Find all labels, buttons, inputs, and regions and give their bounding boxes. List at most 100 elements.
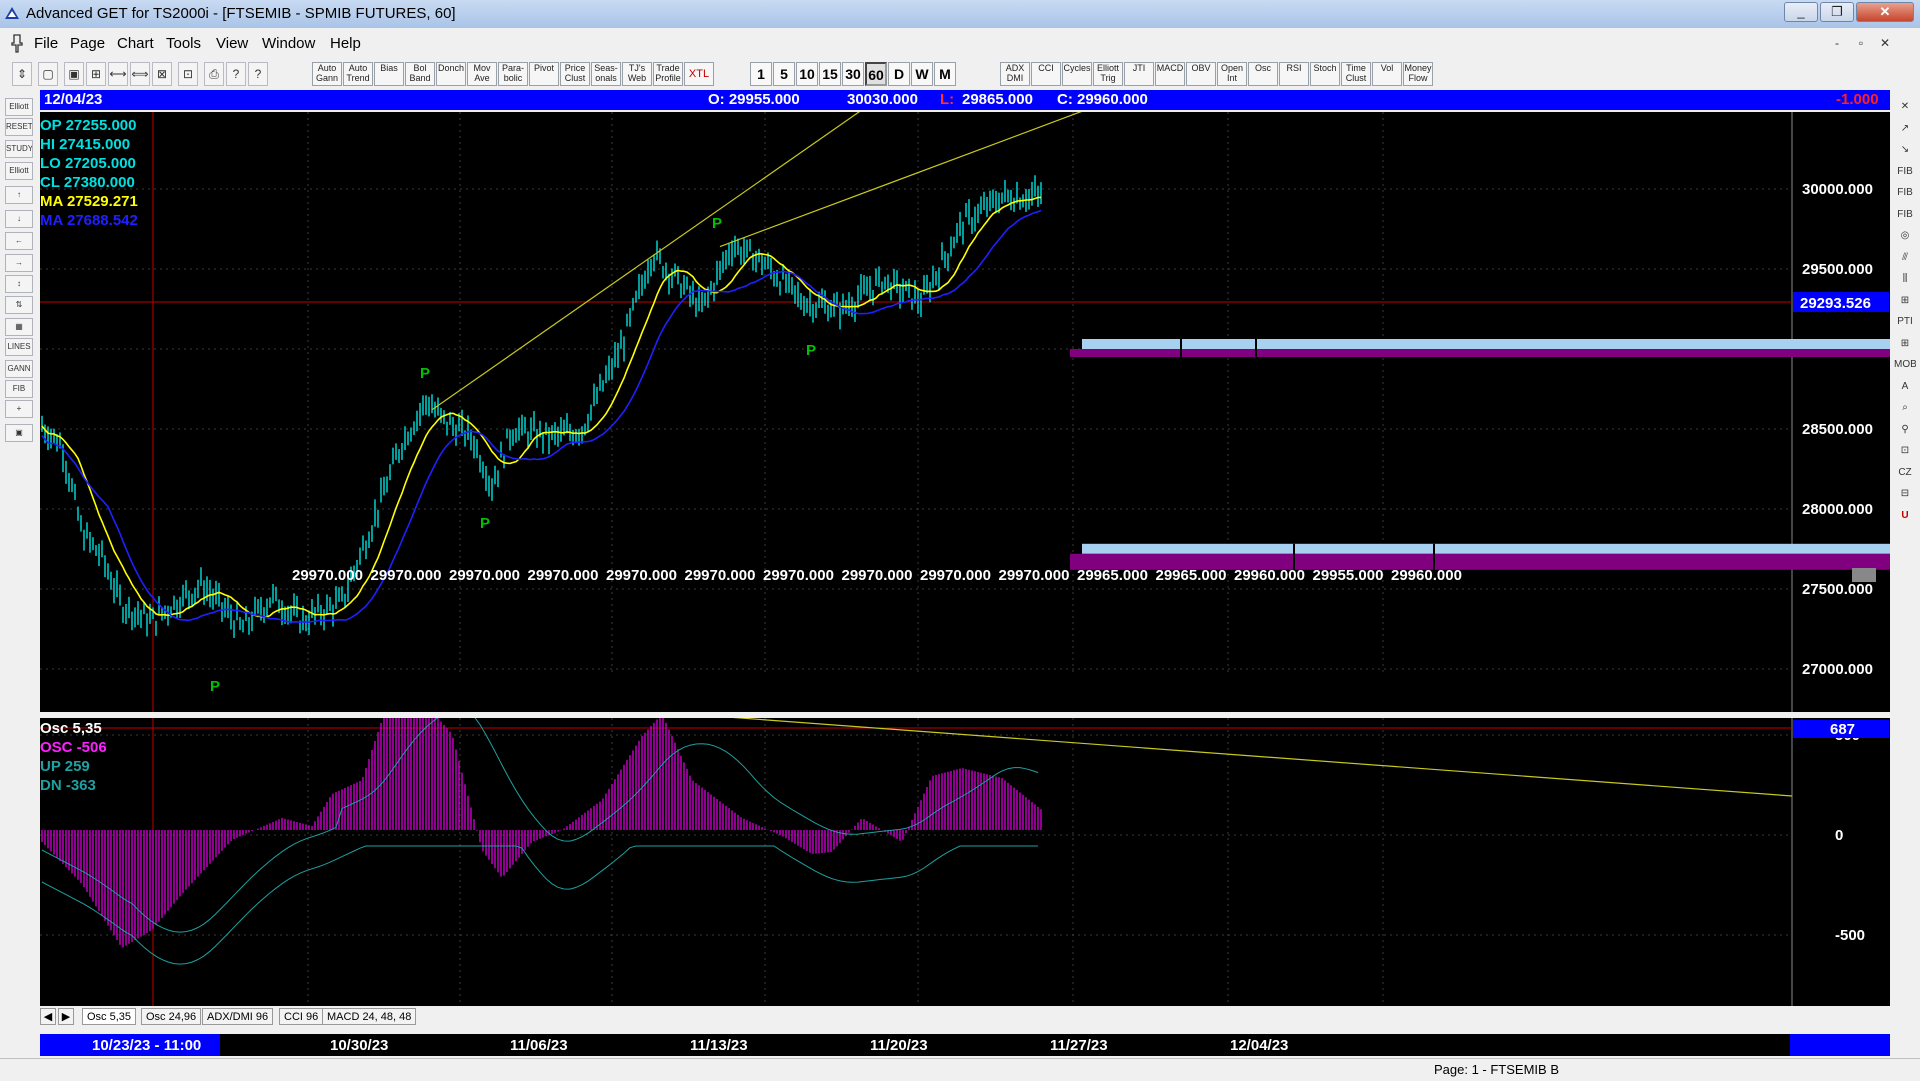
left-tool-3-elliott[interactable]: Elliott [5, 162, 33, 180]
timeframe-button-5[interactable]: 5 [773, 62, 795, 86]
tab-osc-24-96[interactable]: Osc 24,96 [141, 1008, 202, 1025]
menu-page[interactable]: Page [70, 35, 105, 52]
left-tool-15-x[interactable]: ▣ [5, 424, 33, 442]
indicator-button-rsi[interactable]: RSI [1279, 62, 1309, 86]
close-button[interactable]: ✕ [1856, 2, 1914, 22]
toolbar-icon-4-icon[interactable]: ⟷ [108, 62, 128, 86]
right-tool-9-x[interactable]: ⊞ [1894, 292, 1916, 310]
study-button-mov-ave[interactable]: Mov Ave [467, 62, 497, 86]
timeframe-button-15[interactable]: 15 [819, 62, 841, 86]
toolbar-icon-9-icon[interactable]: ? [226, 62, 246, 86]
study-button-para-bolic[interactable]: Para-bolic [498, 62, 528, 86]
price-chart-canvas[interactable]: 30000.00029500.00029000.00028500.0002800… [40, 112, 1890, 712]
indicator-button-macd[interactable]: MACD [1155, 62, 1185, 86]
indicator-button-adx-dmi[interactable]: ADX DMI [1000, 62, 1030, 86]
study-button-auto-gann[interactable]: Auto Gann [312, 62, 342, 86]
mdi-restore-button[interactable]: ▫ [1850, 33, 1872, 53]
study-button-donch[interactable]: Donch [436, 62, 466, 86]
timeframe-button-1[interactable]: 1 [750, 62, 772, 86]
right-tool-3-fib-ret[interactable]: FIB RET [1894, 163, 1916, 181]
toolbar-icon-8-icon[interactable]: ⎙ [204, 62, 224, 86]
tab-cci-96[interactable]: CCI 96 [279, 1008, 324, 1025]
indicator-button-cci[interactable]: CCI [1031, 62, 1061, 86]
left-tool-7-x[interactable]: → [5, 254, 33, 272]
study-button-tj-s-web[interactable]: TJ's Web [622, 62, 652, 86]
menu-help[interactable]: Help [330, 35, 361, 52]
left-tool-0-elliott[interactable]: Elliott [5, 98, 33, 116]
mdi-close-button[interactable]: ✕ [1874, 33, 1896, 53]
left-tool-9-x[interactable]: ⇅ [5, 296, 33, 314]
indicator-button-time-clust[interactable]: Time Clust [1341, 62, 1371, 86]
left-tool-13-fib[interactable]: FIB [5, 380, 33, 398]
right-tool-2-x[interactable]: ↘ [1894, 141, 1916, 159]
study-button-seas-onals[interactable]: Seas-onals [591, 62, 621, 86]
left-tool-11-lines[interactable]: LINES [5, 338, 33, 356]
right-tool-15-x[interactable]: ⚲ [1894, 421, 1916, 439]
tab-macd-24-48-48[interactable]: MACD 24, 48, 48 [322, 1008, 417, 1025]
right-tool-11-x[interactable]: ⊞ [1894, 335, 1916, 353]
indicator-button-osc[interactable]: Osc [1248, 62, 1278, 86]
study-button-bol-band[interactable]: Bol Band [405, 62, 435, 86]
toolbar-icon-7-icon[interactable]: ⊡ [178, 62, 198, 86]
toolbar-icon-1-icon[interactable]: ▢ [38, 62, 58, 86]
mdi-minimize-button[interactable]: - [1826, 33, 1848, 53]
right-tool-17-cz[interactable]: CZ [1894, 464, 1916, 482]
oscillator-canvas[interactable]: 5000-500687 [40, 718, 1890, 1006]
right-tool-19-u[interactable]: U [1894, 507, 1916, 525]
timeframe-button-10[interactable]: 10 [796, 62, 818, 86]
toolbar-icon-3-icon[interactable]: ⊞ [86, 62, 106, 86]
left-tool-10-x[interactable]: ▦ [5, 318, 33, 336]
left-tool-4-x[interactable]: ↑ [5, 186, 33, 204]
right-tool-10-pti[interactable]: PTI [1894, 313, 1916, 331]
left-tool-5-x[interactable]: ↓ [5, 210, 33, 228]
menu-window[interactable]: Window [262, 35, 315, 52]
right-tool-4-fib-ext[interactable]: FIB EXT [1894, 184, 1916, 202]
left-tool-6-x[interactable]: ← [5, 232, 33, 250]
indicator-button-elliott-trig[interactable]: Elliott Trig [1093, 62, 1123, 86]
oscillator-chart[interactable]: 5000-500687 Osc 5,35 OSC -506 UP 259 DN … [40, 718, 1890, 1006]
timeframe-button-w[interactable]: W [911, 62, 933, 86]
indicator-button-cycles[interactable]: Cycles [1062, 62, 1092, 86]
study-button-xtl[interactable]: XTL [684, 62, 714, 86]
study-button-price-clust[interactable]: Price Clust [560, 62, 590, 86]
right-tool-7-x[interactable]: ⫻ [1894, 249, 1916, 267]
right-tool-6-x[interactable]: ◎ [1894, 227, 1916, 245]
toolbar-icon-2-icon[interactable]: ▣ [64, 62, 84, 86]
study-button-pivot[interactable]: Pivot [529, 62, 559, 86]
right-tool-12-mob[interactable]: MOB [1894, 356, 1916, 374]
right-tool-5-fib-time[interactable]: FIB TIME [1894, 206, 1916, 224]
indicator-button-money-flow[interactable]: Money Flow [1403, 62, 1433, 86]
left-tool-8-x[interactable]: ↕ [5, 275, 33, 293]
menu-chart[interactable]: Chart [117, 35, 154, 52]
study-button-trade-profile[interactable]: Trade Profile [653, 62, 683, 86]
study-button-auto-trend[interactable]: Auto Trend [343, 62, 373, 86]
right-tool-8-x[interactable]: ⫼ [1894, 270, 1916, 288]
timeframe-button-30[interactable]: 30 [842, 62, 864, 86]
menu-tools[interactable]: Tools [166, 35, 201, 52]
camera-icon[interactable] [1852, 568, 1876, 582]
toolbar-icon-10-icon[interactable]: ? [248, 62, 268, 86]
right-tool-0-x[interactable]: ✕ [1894, 98, 1916, 116]
indicator-button-open-int[interactable]: Open Int [1217, 62, 1247, 86]
left-tool-1-reset[interactable]: RESET [5, 118, 33, 136]
toolbar-icon-0-icon[interactable]: ⇕ [12, 62, 32, 86]
pin-icon[interactable] [8, 33, 26, 53]
right-tool-18-x[interactable]: ⊟ [1894, 485, 1916, 503]
tab-adx-dmi-96[interactable]: ADX/DMI 96 [202, 1008, 274, 1025]
minimize-button[interactable]: _ [1784, 2, 1818, 22]
toolbar-icon-6-icon[interactable]: ⊠ [152, 62, 172, 86]
right-tool-13-a[interactable]: A [1894, 378, 1916, 396]
tab-osc-5-35[interactable]: Osc 5,35 [82, 1008, 137, 1025]
tab-scroll-left-icon[interactable]: ◀ [40, 1008, 56, 1025]
tab-scroll-right-icon[interactable]: ▶ [58, 1008, 74, 1025]
indicator-button-jti[interactable]: JTI [1124, 62, 1154, 86]
right-tool-16-x[interactable]: ⊡ [1894, 442, 1916, 460]
restore-button[interactable]: ❐ [1820, 2, 1854, 22]
indicator-button-stoch[interactable]: Stoch [1310, 62, 1340, 86]
left-tool-14-x[interactable]: + [5, 400, 33, 418]
study-button-bias[interactable]: Bias [374, 62, 404, 86]
timeframe-button-60[interactable]: 60 [865, 62, 887, 86]
menu-file[interactable]: File [34, 35, 58, 52]
right-tool-1-x[interactable]: ↗ [1894, 120, 1916, 138]
menu-view[interactable]: View [216, 35, 248, 52]
